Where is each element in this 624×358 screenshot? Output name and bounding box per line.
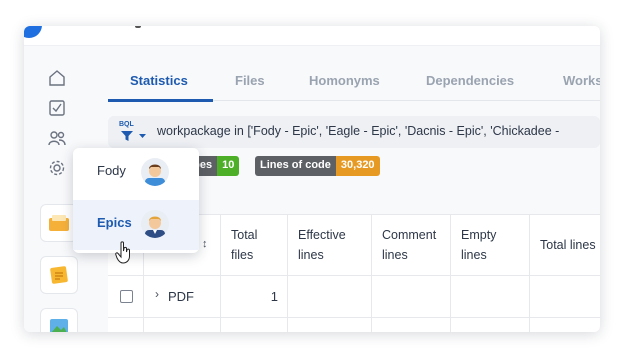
effective-lines: 27 — [342, 331, 362, 332]
header-line: lines — [461, 248, 487, 262]
tab-works[interactable]: Works — [563, 73, 600, 88]
table-row[interactable]: › SQL 1 27 0 11 3 — [108, 318, 600, 332]
badge-value: 10 — [217, 156, 240, 176]
checklist-icon[interactable] — [47, 98, 67, 118]
badge-value: 30,320 — [335, 156, 380, 176]
comment-lines: 0 — [426, 331, 440, 332]
header-effective-lines[interactable]: Effective lines — [298, 225, 346, 265]
avatar — [141, 210, 169, 238]
header-line: Empty — [461, 228, 497, 242]
col-divider — [287, 214, 288, 332]
header-line: Total — [231, 228, 258, 242]
col-divider — [529, 214, 530, 332]
file-type: PDF — [168, 289, 194, 304]
notes-app-icon[interactable] — [40, 256, 78, 294]
header-line: lines — [298, 248, 324, 262]
users-icon[interactable] — [47, 128, 67, 148]
total-files: 1 — [266, 331, 278, 332]
tab-homonyms[interactable]: Homonyms — [309, 73, 380, 88]
tab-bar: Statistics Files Homonyms Dependencies W… — [108, 68, 600, 102]
logo — [24, 26, 42, 38]
lines-of-code-badge: Lines of code 30,320 — [255, 156, 380, 176]
header-empty-lines[interactable]: Empty lines — [461, 225, 496, 265]
expand-chevron-icon[interactable]: › — [155, 287, 159, 301]
table-row[interactable]: › PDF 1 — [108, 276, 600, 318]
gear-icon[interactable] — [47, 158, 67, 178]
col-divider — [450, 214, 451, 332]
dropdown-item-label: Epics — [97, 215, 132, 230]
header-line: lines — [382, 248, 408, 262]
expand-chevron-icon[interactable]: › — [155, 329, 159, 332]
header-total-lines[interactable]: Total lines — [540, 235, 596, 255]
query-bar[interactable]: BQL workpackage in ['Fody - Epic', 'Eagl… — [108, 116, 600, 148]
col-divider — [371, 214, 372, 332]
image-app-icon[interactable] — [40, 308, 78, 332]
tab-files[interactable]: Files — [235, 73, 265, 88]
header-line: Effective — [298, 228, 346, 242]
header-total-files[interactable]: Total files — [231, 225, 257, 265]
header-line: files — [231, 248, 254, 262]
header-line: Comment — [382, 228, 437, 242]
dropdown-item-label: Fody — [97, 163, 126, 178]
top-bar — [24, 26, 600, 46]
col-divider — [220, 214, 221, 332]
total-files: 1 — [270, 289, 278, 304]
sort-icon[interactable]: ↕ — [202, 238, 208, 250]
empty-lines: 11 — [501, 331, 520, 332]
dropdown-item-fody[interactable]: Fody — [73, 148, 199, 198]
query-text[interactable]: workpackage in ['Fody - Epic', 'Eagle - … — [157, 124, 559, 138]
badge-key: Lines of code — [255, 156, 336, 176]
bql-filter-button[interactable]: BQL — [119, 121, 151, 142]
row-checkbox[interactable] — [120, 290, 133, 303]
hand-cursor-icon — [115, 241, 133, 270]
workpackage-dropdown: Fody Epics — [73, 148, 199, 253]
tab-statistics[interactable]: Statistics — [130, 73, 188, 88]
bql-label: BQL — [119, 121, 134, 128]
home-icon[interactable] — [47, 68, 67, 88]
file-type: SQL — [168, 331, 194, 332]
header-line: Total lines — [540, 238, 596, 252]
tab-dependencies[interactable]: Dependencies — [426, 73, 514, 88]
active-tab-indicator — [108, 99, 213, 102]
avatar — [141, 158, 169, 186]
top-bar-stub — [135, 26, 141, 28]
dropdown-item-epics[interactable]: Epics — [73, 200, 199, 250]
filter-icon — [121, 131, 146, 141]
header-comment-lines[interactable]: Comment lines — [382, 225, 436, 265]
